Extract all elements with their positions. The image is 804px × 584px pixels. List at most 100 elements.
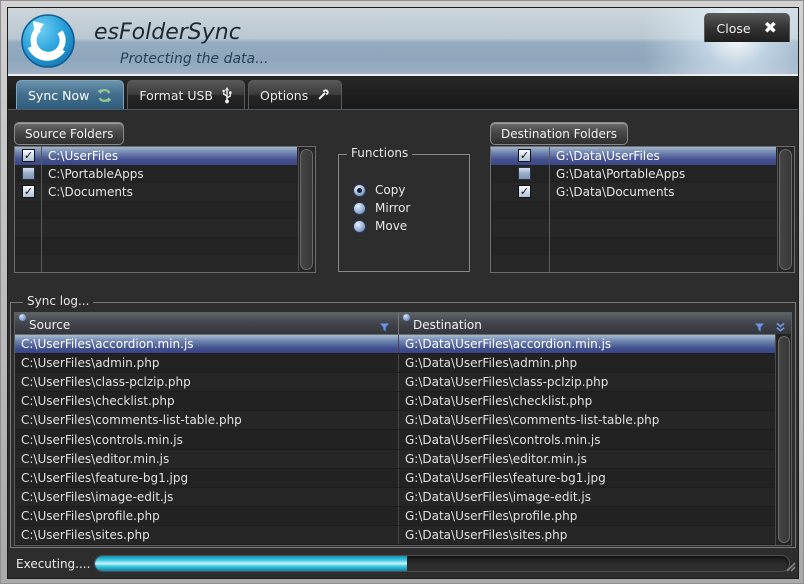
folder-list-rows: ✓ G:\Data\UserFiles G:\Data\PortableApps ✓ G… — [491, 147, 776, 272]
scrollbar-thumb[interactable] — [300, 149, 313, 270]
tab-sync-now[interactable]: Sync Now — [16, 80, 124, 109]
source-filter-icon[interactable] — [379, 318, 390, 337]
sync-log-scrollbar[interactable] — [775, 334, 791, 545]
close-button-label: Close — [717, 21, 751, 36]
function-option[interactable]: Copy — [353, 181, 465, 199]
folder-row[interactable]: ✓C:\Documents — [15, 183, 297, 201]
functions-options: Copy Mirror Move — [353, 181, 465, 235]
source-folders-label: Source Folders — [25, 127, 113, 141]
usb-icon — [221, 87, 233, 104]
source-column-header[interactable]: Source — [15, 313, 399, 334]
folder-row[interactable]: C:\PortableApps — [15, 165, 297, 183]
main-content: Source Folders ✓ C:\UserFiles C:\PortableA… — [8, 110, 798, 550]
scrollbar-thumb[interactable] — [779, 149, 792, 270]
checkbox[interactable]: ✓ — [22, 149, 35, 162]
app-logo-sync-icon — [20, 13, 76, 69]
destination-cell: G:\Data\UserFiles\accordion.min.js — [399, 335, 791, 353]
destination-cell: G:\Data\UserFiles\sites.php — [399, 526, 791, 544]
functions-group-label: Functions — [347, 146, 412, 160]
folder-row[interactable]: ✓ C:\UserFiles — [15, 147, 297, 165]
sync-log-rows: C:\UserFiles\accordion.min.jsG:\Data\Use… — [15, 335, 791, 545]
source-column-label: Source — [29, 318, 70, 332]
table-row[interactable]: C:\UserFiles\image-edit.jsG:\Data\UserFi… — [15, 488, 791, 507]
source-cell: C:\UserFiles\checklist.php — [15, 392, 399, 410]
window-frame: esFolderSync Protecting the data... Sync… — [0, 0, 804, 584]
progress-bar — [94, 555, 790, 572]
radio-button[interactable] — [353, 184, 366, 197]
source-cell: C:\UserFiles\comments-list-table.php — [15, 411, 399, 429]
function-option[interactable]: Move — [353, 217, 465, 235]
column-sphere-icon — [19, 314, 26, 321]
folder-path: C:\PortableApps — [48, 167, 144, 181]
folder-row[interactable]: ✓ G:\Data\Documents — [491, 183, 776, 201]
scrollbar-thumb[interactable] — [778, 336, 790, 543]
table-row[interactable]: C:\UserFiles\admin.phpG:\Data\UserFiles\… — [15, 354, 791, 373]
title-bar: esFolderSync Protecting the data... — [8, 8, 798, 76]
destination-cell: G:\Data\UserFiles\image-edit.js — [399, 488, 791, 506]
table-row[interactable]: C:\UserFiles\profile.phpG:\Data\UserFile… — [15, 507, 791, 526]
table-row[interactable]: C:\UserFiles\sites.phpG:\Data\UserFiles\… — [15, 526, 791, 545]
destination-folders-list[interactable]: ✓ G:\Data\UserFiles G:\Data\PortableApps ✓ G… — [490, 146, 795, 273]
close-icon[interactable]: ✖ — [764, 20, 777, 36]
source-folders-button[interactable]: Source Folders — [14, 122, 124, 145]
table-row[interactable]: C:\UserFiles\comments-list-table.phpG:\D… — [15, 411, 791, 430]
sync-log-table: Source Destination — [14, 312, 792, 546]
table-row[interactable]: C:\UserFiles\checklist.phpG:\Data\UserFi… — [15, 392, 791, 411]
folder-path: C:\UserFiles — [48, 149, 118, 163]
status-label: Executing.... — [16, 557, 90, 571]
destination-folders-button[interactable]: Destination Folders — [490, 122, 628, 145]
source-cell: C:\UserFiles\accordion.min.js — [15, 335, 399, 353]
folder-path: G:\Data\PortableApps — [556, 167, 685, 181]
folder-row[interactable]: ✓ G:\Data\UserFiles — [491, 147, 776, 165]
close-button[interactable]: Close ✖ — [704, 13, 790, 42]
checkbox[interactable] — [518, 167, 531, 180]
tab-label: Options — [260, 88, 308, 103]
tab-label: Sync Now — [28, 88, 89, 103]
source-cell: C:\UserFiles\image-edit.js — [15, 488, 399, 506]
folder-path: G:\Data\Documents — [556, 185, 675, 199]
scrollbar[interactable] — [298, 148, 314, 271]
tab-format-usb[interactable]: Format USB — [127, 80, 245, 109]
resize-grip[interactable] — [784, 557, 796, 576]
destination-column-label: Destination — [413, 318, 482, 332]
checkbox[interactable]: ✓ — [22, 185, 35, 198]
function-option[interactable]: Mirror — [353, 199, 465, 217]
destination-cell: G:\Data\UserFiles\comments-list-table.ph… — [399, 411, 791, 429]
radio-label: Mirror — [375, 201, 410, 215]
checkbox[interactable]: ✓ — [518, 149, 531, 162]
radio-button[interactable] — [353, 202, 366, 215]
radio-label: Copy — [375, 183, 405, 197]
checkbox[interactable]: ✓ — [518, 185, 531, 198]
table-row[interactable]: C:\UserFiles\class-pclzip.phpG:\Data\Use… — [15, 373, 791, 392]
table-row[interactable]: C:\UserFiles\feature-bg1.jpgG:\Data\User… — [15, 469, 791, 488]
table-row[interactable]: C:\UserFiles\controls.min.jsG:\Data\User… — [15, 430, 791, 449]
table-row[interactable]: C:\UserFiles\accordion.min.jsG:\Data\Use… — [15, 335, 791, 354]
source-cell: C:\UserFiles\sites.php — [15, 526, 399, 544]
tab-bar: Sync Now Format USB Options — [8, 76, 798, 110]
folder-list-rows: ✓ C:\UserFiles C:\PortableApps ✓C:\Document… — [15, 147, 297, 272]
source-cell: C:\UserFiles\controls.min.js — [15, 430, 399, 448]
destination-column-header[interactable]: Destination — [399, 313, 791, 334]
radio-button[interactable] — [353, 220, 366, 233]
folder-row[interactable]: G:\Data\PortableApps — [491, 165, 776, 183]
list-column-divider — [549, 147, 550, 272]
destination-filter-icon[interactable] — [754, 318, 765, 337]
list-column-divider — [41, 147, 42, 272]
tab-label: Format USB — [139, 88, 213, 103]
tab-options[interactable]: Options — [248, 80, 342, 109]
source-folders-list[interactable]: ✓ C:\UserFiles C:\PortableApps ✓C:\Document… — [14, 146, 316, 273]
destination-cell: G:\Data\UserFiles\feature-bg1.jpg — [399, 469, 791, 487]
radio-label: Move — [375, 219, 407, 233]
source-cell: C:\UserFiles\class-pclzip.php — [15, 373, 399, 391]
scrollbar[interactable] — [777, 148, 793, 271]
folder-path: G:\Data\UserFiles — [556, 149, 660, 163]
table-row[interactable]: C:\UserFiles\editor.min.jsG:\Data\UserFi… — [15, 450, 791, 469]
destination-cell: G:\Data\UserFiles\checklist.php — [399, 392, 791, 410]
destination-cell: G:\Data\UserFiles\controls.min.js — [399, 430, 791, 448]
sync-log-header: Source Destination — [15, 313, 791, 335]
status-bar: Executing.... — [8, 552, 798, 578]
app-window: esFolderSync Protecting the data... Sync… — [7, 7, 799, 579]
checkbox[interactable] — [22, 167, 35, 180]
destination-cell: G:\Data\UserFiles\editor.min.js — [399, 450, 791, 468]
destination-cell: G:\Data\UserFiles\admin.php — [399, 354, 791, 372]
